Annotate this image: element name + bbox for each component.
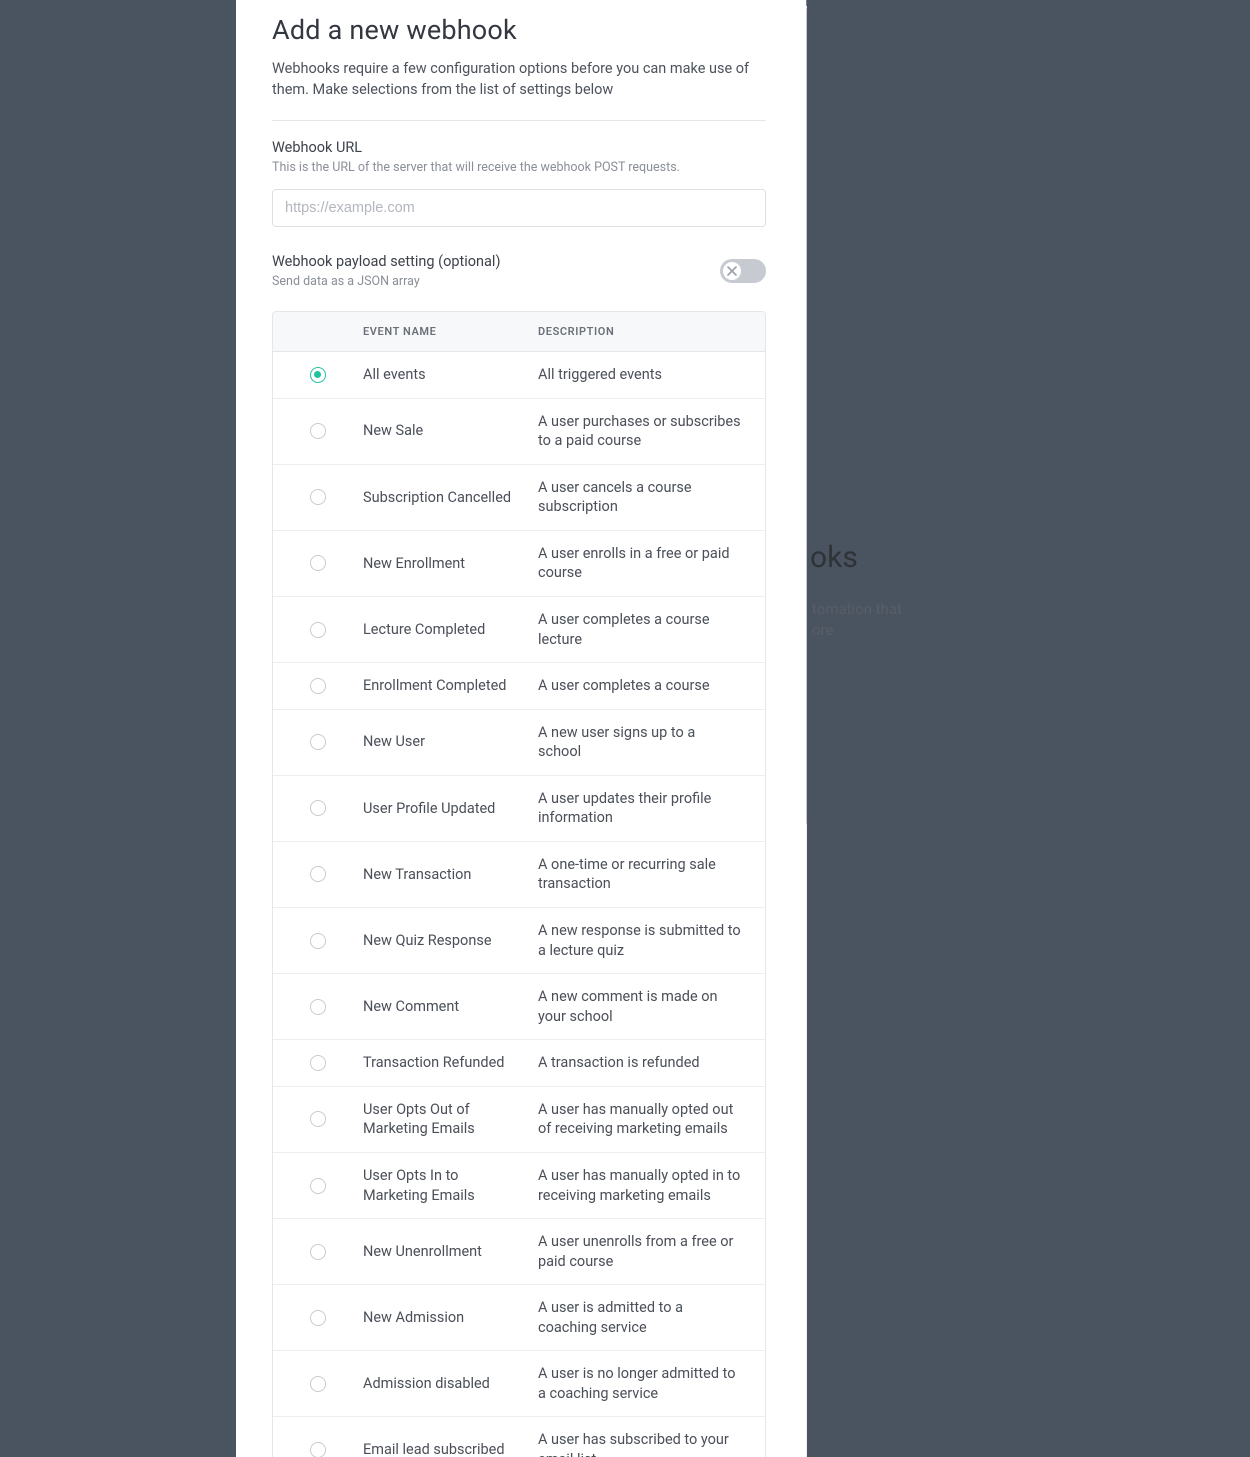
- table-row[interactable]: New UnenrollmentA user unenrolls from a …: [273, 1219, 765, 1285]
- event-radio[interactable]: [310, 800, 326, 816]
- event-description: A user has manually opted out of receivi…: [538, 1100, 765, 1139]
- event-radio[interactable]: [310, 933, 326, 949]
- table-row[interactable]: New SaleA user purchases or subscribes t…: [273, 399, 765, 465]
- event-radio[interactable]: [310, 489, 326, 505]
- event-name: Email lead subscribed: [363, 1440, 538, 1457]
- webhook-url-label: Webhook URL: [272, 139, 766, 156]
- table-row[interactable]: New EnrollmentA user enrolls in a free o…: [273, 531, 765, 597]
- event-name: Transaction Refunded: [363, 1053, 538, 1073]
- payload-toggle[interactable]: [720, 259, 766, 283]
- event-name: New Comment: [363, 997, 538, 1017]
- event-description: A user has manually opted in to receivin…: [538, 1166, 765, 1205]
- event-description: A user completes a course lecture: [538, 610, 765, 649]
- event-description: A user unenrolls from a free or paid cou…: [538, 1232, 765, 1271]
- event-name: New Enrollment: [363, 554, 538, 574]
- event-radio[interactable]: [310, 1178, 326, 1194]
- event-description: A user is no longer admitted to a coachi…: [538, 1364, 765, 1403]
- event-name: All events: [363, 365, 538, 385]
- table-row[interactable]: Subscription CancelledA user cancels a c…: [273, 465, 765, 531]
- event-radio[interactable]: [310, 1442, 326, 1457]
- event-description: A user completes a course: [538, 676, 765, 696]
- header-radio-col: [273, 325, 363, 338]
- header-event-name: EVENT NAME: [363, 325, 538, 338]
- background-text-line-2: ore: [812, 621, 833, 639]
- table-row[interactable]: User Profile UpdatedA user updates their…: [273, 776, 765, 842]
- event-radio[interactable]: [310, 866, 326, 882]
- x-icon: [727, 266, 737, 276]
- table-row[interactable]: New TransactionA one-time or recurring s…: [273, 842, 765, 908]
- webhook-url-help: This is the URL of the server that will …: [272, 160, 766, 175]
- event-name: New Unenrollment: [363, 1242, 538, 1262]
- header-description: DESCRIPTION: [538, 325, 765, 338]
- table-row[interactable]: New AdmissionA user is admitted to a coa…: [273, 1285, 765, 1351]
- table-row[interactable]: New UserA new user signs up to a school: [273, 710, 765, 776]
- table-row[interactable]: User Opts Out of Marketing EmailsA user …: [273, 1087, 765, 1153]
- event-name: New Quiz Response: [363, 931, 538, 951]
- event-radio[interactable]: [310, 1055, 326, 1071]
- background-heading: oks: [810, 540, 858, 575]
- event-description: A user is admitted to a coaching service: [538, 1298, 765, 1337]
- event-radio[interactable]: [310, 423, 326, 439]
- event-radio[interactable]: [310, 999, 326, 1015]
- payload-setting-section: Webhook payload setting (optional) Send …: [272, 253, 766, 289]
- event-description: A user has subscribed to your email list: [538, 1430, 765, 1457]
- payload-setting-label: Webhook payload setting (optional): [272, 253, 501, 270]
- event-name: New Admission: [363, 1308, 538, 1328]
- table-row[interactable]: Lecture CompletedA user completes a cour…: [273, 597, 765, 663]
- event-description: A new response is submitted to a lecture…: [538, 921, 765, 960]
- event-radio[interactable]: [310, 622, 326, 638]
- event-radio[interactable]: [310, 1310, 326, 1326]
- webhook-url-input[interactable]: [272, 189, 766, 227]
- event-description: A user purchases or subscribes to a paid…: [538, 412, 765, 451]
- event-radio[interactable]: [310, 555, 326, 571]
- events-table-header: EVENT NAME DESCRIPTION: [273, 312, 765, 352]
- event-radio[interactable]: [310, 1111, 326, 1127]
- event-name: New Sale: [363, 421, 538, 441]
- table-row[interactable]: All eventsAll triggered events: [273, 352, 765, 399]
- toggle-knob: [723, 262, 741, 280]
- event-radio[interactable]: [310, 1244, 326, 1260]
- divider: [272, 120, 766, 121]
- table-row[interactable]: Transaction RefundedA transaction is ref…: [273, 1040, 765, 1087]
- events-table: EVENT NAME DESCRIPTION All eventsAll tri…: [272, 311, 766, 1457]
- event-description: A new user signs up to a school: [538, 723, 765, 762]
- event-radio[interactable]: [310, 734, 326, 750]
- table-row[interactable]: New Quiz ResponseA new response is submi…: [273, 908, 765, 974]
- payload-setting-help: Send data as a JSON array: [272, 274, 501, 289]
- webhook-url-section: Webhook URL This is the URL of the serve…: [272, 139, 766, 227]
- table-row[interactable]: Enrollment CompletedA user completes a c…: [273, 663, 765, 710]
- event-description: All triggered events: [538, 365, 765, 385]
- event-name: Subscription Cancelled: [363, 488, 538, 508]
- event-radio[interactable]: [310, 1376, 326, 1392]
- add-webhook-modal: Add a new webhook Webhooks require a few…: [236, 0, 806, 1457]
- event-name: New User: [363, 732, 538, 752]
- event-name: Admission disabled: [363, 1374, 538, 1394]
- event-radio[interactable]: [310, 678, 326, 694]
- event-description: A transaction is refunded: [538, 1053, 765, 1073]
- event-description: A user updates their profile information: [538, 789, 765, 828]
- event-name: User Opts Out of Marketing Emails: [363, 1100, 538, 1139]
- table-row[interactable]: User Opts In to Marketing EmailsA user h…: [273, 1153, 765, 1219]
- background-text-line-1: tomation that: [812, 600, 902, 618]
- event-name: Lecture Completed: [363, 620, 538, 640]
- event-name: User Profile Updated: [363, 799, 538, 819]
- event-description: A user cancels a course subscription: [538, 478, 765, 517]
- table-row[interactable]: Email lead subscribedA user has subscrib…: [273, 1417, 765, 1457]
- event-name: Enrollment Completed: [363, 676, 538, 696]
- event-description: A new comment is made on your school: [538, 987, 765, 1026]
- event-radio[interactable]: [310, 367, 326, 383]
- event-name: New Transaction: [363, 865, 538, 885]
- event-description: A one-time or recurring sale transaction: [538, 855, 765, 894]
- table-row[interactable]: New CommentA new comment is made on your…: [273, 974, 765, 1040]
- event-name: User Opts In to Marketing Emails: [363, 1166, 538, 1205]
- modal-title: Add a new webhook: [272, 14, 766, 46]
- modal-subtitle: Webhooks require a few configuration opt…: [272, 58, 766, 100]
- table-row[interactable]: Admission disabledA user is no longer ad…: [273, 1351, 765, 1417]
- event-description: A user enrolls in a free or paid course: [538, 544, 765, 583]
